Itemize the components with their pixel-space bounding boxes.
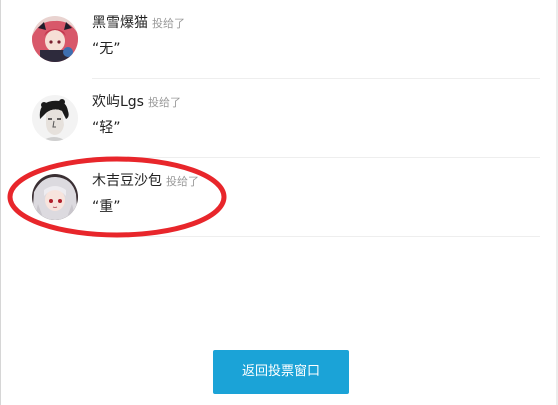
vote-list: 黑雪爆猫 投给了 “无” 欢屿Lgs 投给了 “轻” 木吉豆沙包 投给了 “重” bbox=[0, 0, 558, 405]
vote-item: 欢屿Lgs 投给了 “轻” bbox=[0, 79, 558, 158]
anime-girl-white-hair-icon bbox=[32, 174, 78, 220]
anime-girl-pink-hair-icon bbox=[32, 16, 78, 62]
avatar[interactable] bbox=[32, 95, 78, 141]
vote-choice: “无” bbox=[92, 41, 121, 57]
return-to-vote-button[interactable]: 返回投票窗口 bbox=[213, 350, 349, 394]
vote-header: 木吉豆沙包 投给了 bbox=[92, 171, 199, 191]
vote-item: 黑雪爆猫 投给了 “无” bbox=[0, 0, 558, 79]
voter-name[interactable]: 欢屿Lgs bbox=[92, 94, 144, 110]
vote-item: 木吉豆沙包 投给了 “重” bbox=[0, 158, 558, 237]
vote-choice: “重” bbox=[92, 199, 121, 215]
avatar[interactable] bbox=[32, 174, 78, 220]
avatar[interactable] bbox=[32, 16, 78, 62]
vote-choice: “轻” bbox=[92, 120, 121, 136]
curly-hair-sketch-icon bbox=[32, 95, 78, 141]
vote-header: 欢屿Lgs 投给了 bbox=[92, 92, 181, 112]
vote-header: 黑雪爆猫 投给了 bbox=[92, 13, 185, 33]
divider bbox=[92, 236, 540, 237]
voter-name[interactable]: 木吉豆沙包 bbox=[92, 173, 162, 189]
vote-verb: 投给了 bbox=[152, 17, 185, 30]
vote-verb: 投给了 bbox=[147, 96, 181, 109]
voter-name[interactable]: 黑雪爆猫 bbox=[92, 15, 148, 31]
vote-verb: 投给了 bbox=[166, 175, 199, 188]
